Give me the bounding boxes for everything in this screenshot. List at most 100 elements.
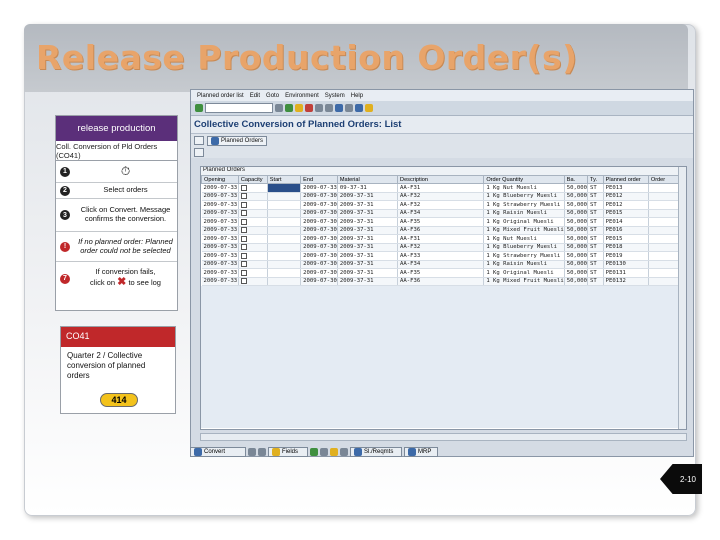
table-cell[interactable] [267,268,302,278]
table-cell[interactable]: 50,000 [564,277,589,286]
table-cell[interactable]: 2009-07-33 [201,183,239,193]
table-cell[interactable]: 50,000 [564,217,589,227]
table-cell[interactable]: 2009-07-33 [201,277,239,286]
row-checkbox[interactable] [240,201,247,208]
table-cell[interactable]: 2009-07-30 [300,277,338,286]
row-checkbox[interactable] [240,193,247,199]
table-cell[interactable] [267,260,302,269]
table-cell[interactable]: ST [587,200,604,210]
menu-item[interactable]: Environment [285,93,319,99]
table-cell[interactable]: 2009-07-30 [300,260,338,269]
table-cell[interactable]: AA-F32 [397,243,485,252]
menu-item[interactable]: Edit [250,93,260,99]
table-row[interactable]: 2009-07-33 2009-07-30 2009-37-31 AA-F31 1 Kg… [201,234,686,244]
table-cell[interactable] [267,217,302,227]
table-cell[interactable]: ST [587,243,604,252]
column-header[interactable]: Material [336,175,399,184]
row-checkbox[interactable] [240,278,247,284]
table-cell[interactable] [238,251,268,261]
table-cell[interactable]: 2009-37-31 [337,277,399,286]
table-cell[interactable]: 2009-07-33 [300,183,338,193]
table-row[interactable]: 2009-07-33 2009-07-30 2009-37-31 AA-F35 1 Kg… [201,268,686,278]
layout-icon[interactable] [365,104,373,112]
edit-icon[interactable] [330,447,338,456]
page-nav-icon[interactable] [335,104,343,112]
column-header[interactable]: Opening [201,175,239,184]
table-cell[interactable]: 1 Kg Mixed Fruit Muesli [483,277,565,286]
table-cell[interactable]: 2009-07-33 [201,217,239,227]
column-header[interactable]: Start [266,175,302,184]
table-cell[interactable]: AA-F35 [397,217,485,227]
row-checkbox[interactable] [240,252,247,259]
fields-button[interactable]: Fields [268,446,308,457]
table-cell[interactable]: ST [587,226,604,235]
table-cell[interactable]: 2009-07-30 [300,226,338,235]
table-row[interactable]: 2009-07-33 2009-07-30 2009-37-31 AA-F32 1 Kg… [201,192,686,201]
table-cell[interactable] [238,200,268,210]
table-cell[interactable]: 50,000 [564,260,589,269]
table-cell[interactable]: PE0132 [603,277,649,286]
table-cell[interactable] [267,200,302,210]
table-cell[interactable]: AA-F36 [397,226,485,235]
table-cell[interactable]: PE012 [603,200,649,210]
table-cell[interactable]: PE018 [603,243,649,252]
table-cell[interactable]: ST [587,260,604,269]
column-header[interactable]: Order Quantity [483,175,565,184]
table-cell[interactable]: 2009-37-31 [337,243,399,252]
table-cell[interactable]: AA-F31 [397,234,485,244]
table-cell[interactable]: 50,000 [564,251,589,261]
table-cell[interactable]: ST [587,183,604,193]
table-cell[interactable]: PE0130 [603,260,649,269]
table-cell[interactable] [238,217,268,227]
table-cell[interactable]: ST [587,277,604,286]
table-cell[interactable]: 50,000 [564,243,589,252]
convert-button[interactable]: Convert [190,446,246,457]
table-cell[interactable]: 1 Kg Mixed Fruit Muesli [483,226,565,235]
table-cell[interactable]: 2009-37-31 [337,268,399,278]
table-cell[interactable]: PE015 [603,234,649,244]
column-header[interactable]: Ty. [587,175,604,184]
table-cell[interactable]: 2009-07-30 [300,200,338,210]
table-cell[interactable]: ST [587,217,604,227]
table-cell[interactable]: PE015 [603,209,649,218]
table-cell[interactable]: 1 Kg Nut Muesli [483,183,565,193]
table-cell[interactable]: 2009-07-30 [300,243,338,252]
table-cell[interactable] [238,260,268,269]
table-cell[interactable]: 2009-07-33 [201,260,239,269]
save-icon[interactable] [275,104,283,112]
column-header[interactable]: Description [397,175,485,184]
table-cell[interactable]: 2009-07-33 [201,209,239,218]
table-cell[interactable]: 2009-07-33 [201,268,239,278]
mrp-button[interactable]: MRP [404,446,438,457]
table-cell[interactable]: AA-F34 [397,209,485,218]
table-cell[interactable]: AA-F31 [397,183,485,193]
table-cell[interactable]: 1 Kg Raisin Muesli [483,209,565,218]
table-cell[interactable] [238,183,268,193]
table-cell[interactable] [238,268,268,278]
table-cell[interactable]: 1 Kg Strawberry Muesli [483,251,565,261]
row-checkbox[interactable] [240,235,247,242]
column-header[interactable]: Capacity [237,175,268,184]
table-cell[interactable]: PE019 [603,251,649,261]
table-row[interactable]: 2009-07-33 2009-07-30 2009-37-31 AA-F32 1 Kg… [201,200,686,210]
table-cell[interactable]: PE013 [603,183,649,193]
table-cell[interactable]: 1 Kg Strawberry Muesli [483,200,565,210]
vertical-scrollbar[interactable] [678,167,686,429]
table-cell[interactable]: 1 Kg Original Muesli [483,217,565,227]
table-row[interactable]: 2009-07-33 2009-07-30 2009-37-31 AA-F33 1 Kg… [201,251,686,261]
table-cell[interactable]: 2009-07-30 [300,192,338,201]
table-row[interactable]: 2009-07-33 2009-07-30 2009-37-31 AA-F35 1 Kg… [201,217,686,227]
table-cell[interactable]: AA-F36 [397,277,485,286]
table-cell[interactable] [267,226,302,235]
table-cell[interactable]: AA-F32 [397,192,485,201]
menu-item[interactable]: Goto [266,93,279,99]
table-cell[interactable] [267,183,302,193]
table-cell[interactable]: 50,000 [564,226,589,235]
enter-icon[interactable] [195,104,203,112]
table-cell[interactable]: 2009-37-31 [337,200,399,210]
table-cell[interactable]: ST [587,209,604,218]
column-header[interactable]: Planned order [602,175,649,184]
table-cell[interactable]: 1 Kg Blueberry Muesli [483,243,565,252]
table-cell[interactable] [238,209,268,218]
table-cell[interactable]: PE012 [603,192,649,201]
